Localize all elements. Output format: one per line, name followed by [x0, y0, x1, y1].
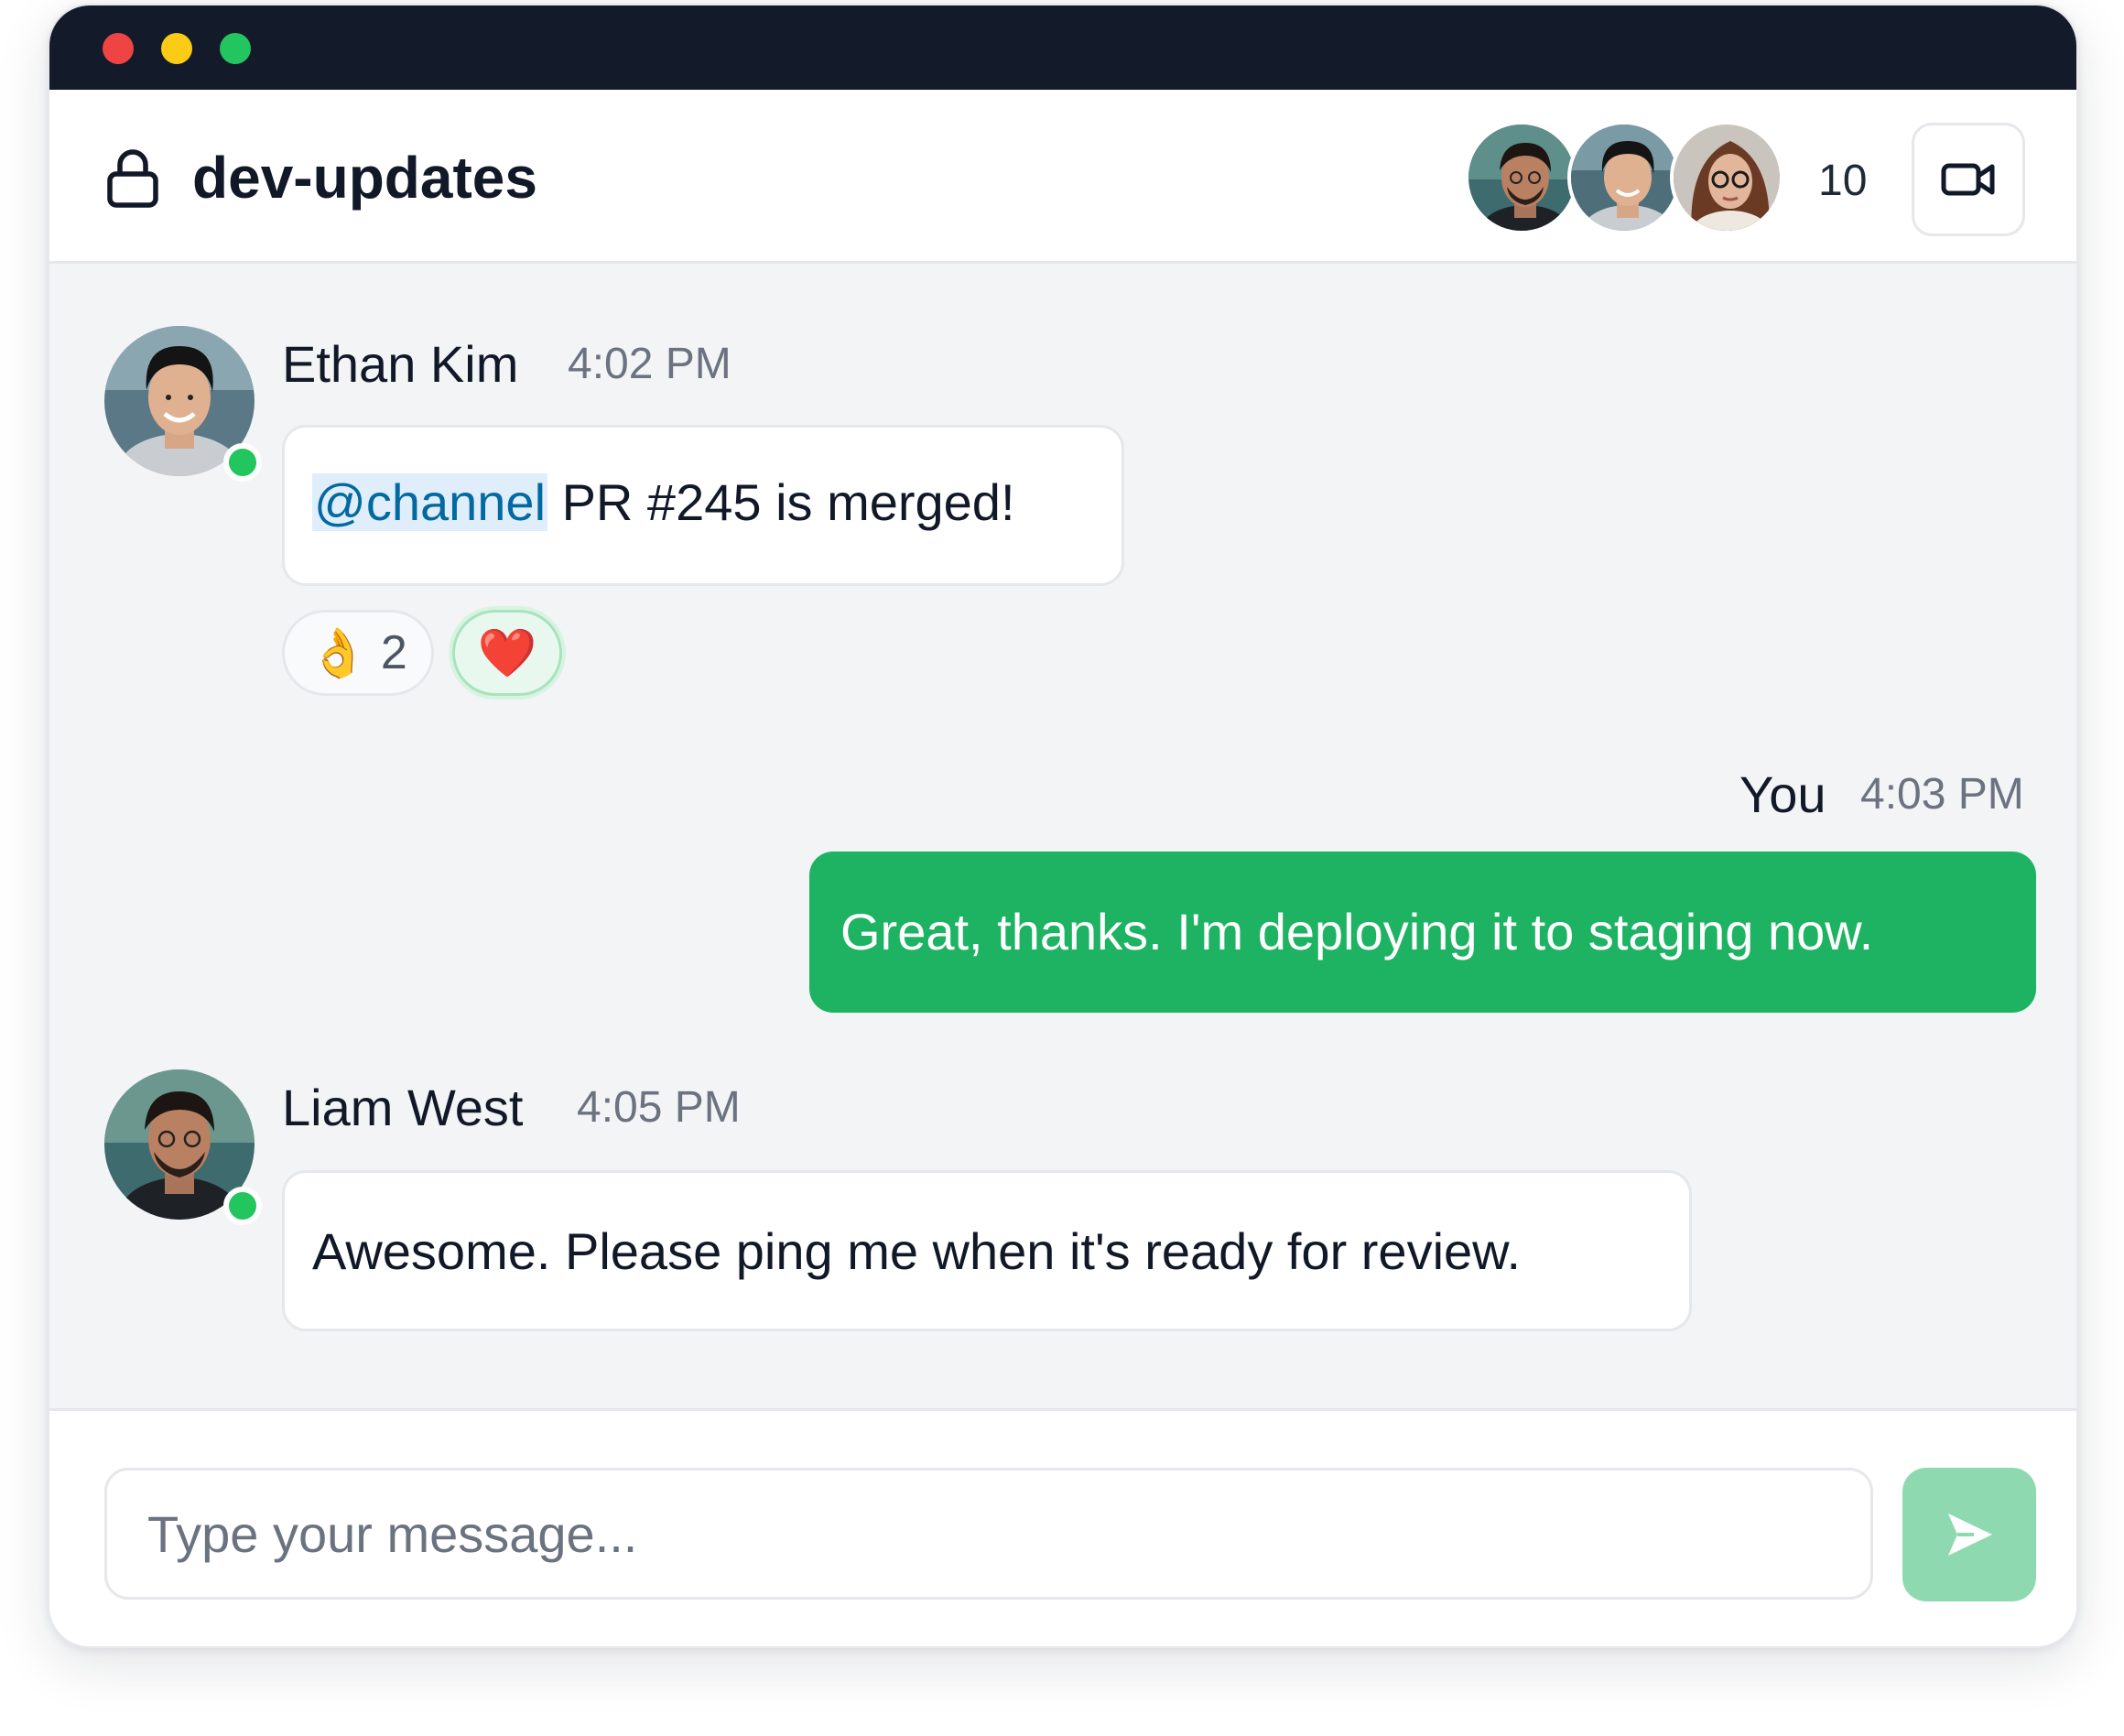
sender-avatar[interactable] [104, 326, 262, 482]
member-avatar [1567, 121, 1681, 234]
message-composer [49, 1408, 2076, 1646]
channel-header: dev-updates 10 [49, 90, 2076, 264]
own-message-bubble: Great, thanks. I'm deploying it to stagi… [809, 852, 2036, 1013]
sender-name: You [1739, 765, 1826, 823]
reaction-ok-hand[interactable]: 👌 2 [282, 610, 434, 696]
online-status-indicator [223, 1187, 262, 1225]
message-time: 4:02 PM [568, 340, 731, 388]
close-window-button[interactable] [103, 33, 134, 64]
message-text: PR #245 is merged! [547, 473, 1015, 531]
lock-icon [107, 149, 158, 208]
member-avatar [1465, 121, 1578, 234]
message-time: 4:05 PM [577, 1083, 741, 1132]
send-button[interactable] [1902, 1468, 2036, 1601]
heart-emoji-icon: ❤️ [477, 626, 537, 680]
sender-avatar[interactable] [104, 1069, 262, 1225]
maximize-window-button[interactable] [220, 33, 251, 64]
minimize-window-button[interactable] [161, 33, 192, 64]
sender-name[interactable]: Liam West [282, 1079, 523, 1137]
online-status-indicator [223, 443, 262, 482]
channel-mention[interactable]: @channel [312, 473, 548, 531]
message-input[interactable] [104, 1468, 1873, 1600]
send-icon [1948, 1514, 1992, 1556]
member-avatar [1670, 121, 1783, 234]
member-avatars[interactable] [1465, 121, 1813, 240]
message-bubble: @channel PR #245 is merged! [282, 425, 1124, 586]
message-bubble: Awesome. Please ping me when it's ready … [282, 1170, 1692, 1331]
sender-name[interactable]: Ethan Kim [282, 335, 518, 394]
message-time: 4:03 PM [1860, 770, 2024, 819]
member-count[interactable]: 10 [1818, 156, 1867, 207]
message-list[interactable]: Ethan Kim 4:02 PM @channel PR #245 is me… [49, 264, 2076, 1408]
message-text: Great, thanks. I'm deploying it to stagi… [840, 903, 1874, 960]
chat-window: dev-updates 10 Ethan Kim 4:02 PM @channe… [48, 4, 2078, 1648]
channel-title: dev-updates [192, 145, 537, 211]
ok-hand-emoji-icon: 👌 [309, 626, 368, 680]
reaction-count: 2 [380, 626, 407, 679]
message-text: Awesome. Please ping me when it's ready … [312, 1222, 1522, 1280]
title-bar [49, 5, 2076, 90]
video-call-button[interactable] [1912, 123, 2025, 236]
reaction-heart[interactable]: ❤️ [452, 610, 562, 696]
video-camera-icon [1941, 163, 1995, 196]
